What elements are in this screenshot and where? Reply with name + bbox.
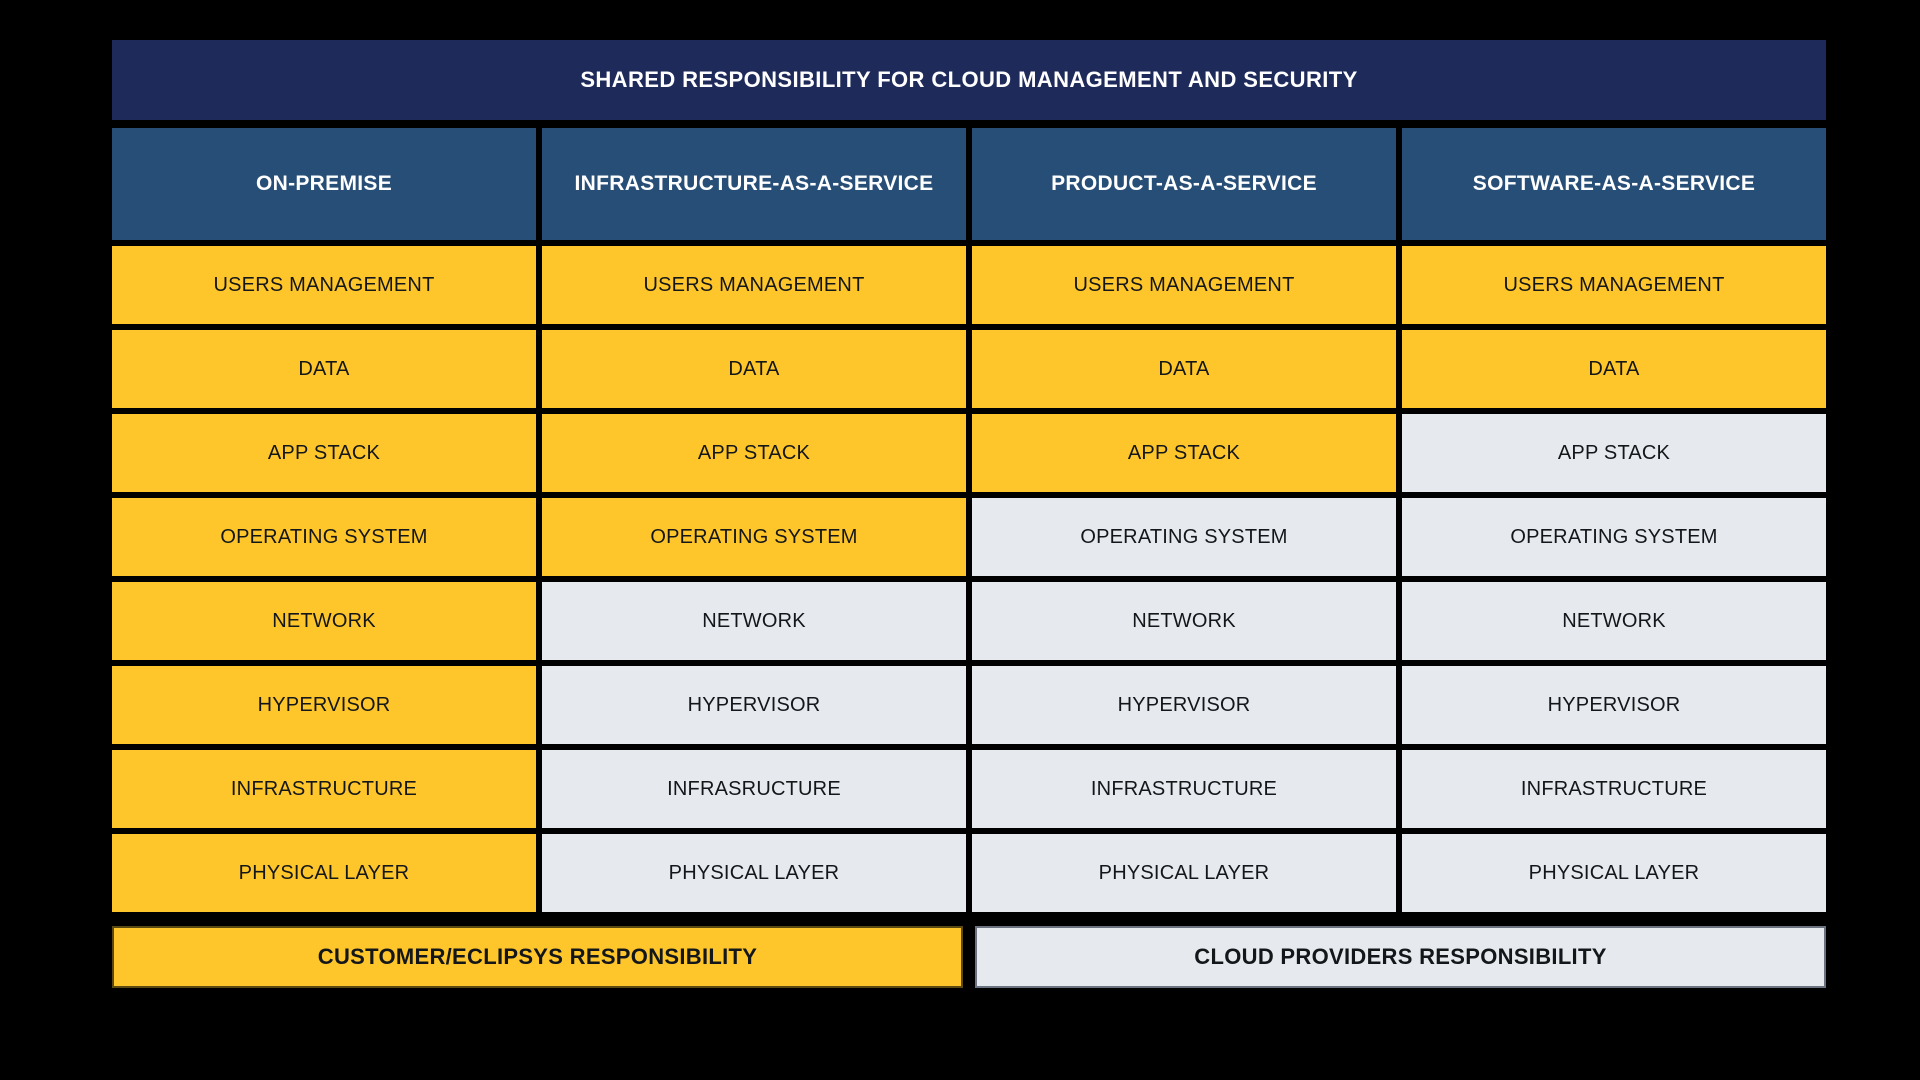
column-header-row: ON-PREMISE INFRASTRUCTURE-AS-A-SERVICE PRO… [112, 128, 1826, 240]
cell-users-management-col3: USERS MANAGEMENT [972, 246, 1396, 324]
cell-app-stack-col1: APP STACK [112, 414, 536, 492]
cell-physical-layer-col2: PHYSICAL LAYER [542, 834, 966, 912]
cell-physical-layer-col3: PHYSICAL LAYER [972, 834, 1396, 912]
cell-hypervisor-col2: HYPERVISOR [542, 666, 966, 744]
cell-data-col2: DATA [542, 330, 966, 408]
matrix-title: SHARED RESPONSIBILITY FOR CLOUD MANAGEME… [112, 40, 1826, 120]
layer-row-users-management: USERS MANAGEMENT USERS MANAGEMENT USERS MA… [112, 246, 1826, 324]
column-header-1: ON-PREMISE [112, 128, 536, 240]
cell-network-col4: NETWORK [1402, 582, 1826, 660]
column-header-2: INFRASTRUCTURE-AS-A-SERVICE [542, 128, 966, 240]
cell-network-col2: NETWORK [542, 582, 966, 660]
cell-data-col4: DATA [1402, 330, 1826, 408]
layer-row-hypervisor: HYPERVISOR HYPERVISOR HYPERVISOR HYPERVISOR [112, 666, 1826, 744]
layer-row-data: DATA DATA DATA DATA [112, 330, 1826, 408]
cell-hypervisor-col3: HYPERVISOR [972, 666, 1396, 744]
cell-network-col3: NETWORK [972, 582, 1396, 660]
legend: CUSTOMER/ECLIPSYS RESPONSIBILITY CLOUD PR… [112, 926, 1826, 988]
column-header-4: SOFTWARE-AS-A-SERVICE [1402, 128, 1826, 240]
legend-item-customer: CUSTOMER/ECLIPSYS RESPONSIBILITY [112, 926, 963, 988]
legend-item-provider: CLOUD PROVIDERS RESPONSIBILITY [975, 926, 1826, 988]
cell-users-management-col1: USERS MANAGEMENT [112, 246, 536, 324]
cell-infrastructure-col3: INFRASTRUCTURE [972, 750, 1396, 828]
cell-users-management-col4: USERS MANAGEMENT [1402, 246, 1826, 324]
cell-hypervisor-col4: HYPERVISOR [1402, 666, 1826, 744]
cell-data-col3: DATA [972, 330, 1396, 408]
cell-infrastructure-col1: INFRASTRUCTURE [112, 750, 536, 828]
cell-app-stack-col2: APP STACK [542, 414, 966, 492]
cell-physical-layer-col1: PHYSICAL LAYER [112, 834, 536, 912]
layer-row-network: NETWORK NETWORK NETWORK NETWORK [112, 582, 1826, 660]
cell-hypervisor-col1: HYPERVISOR [112, 666, 536, 744]
cell-operating-system-col4: OPERATING SYSTEM [1402, 498, 1826, 576]
cell-infrastructure-col4: INFRASTRUCTURE [1402, 750, 1826, 828]
layer-row-physical-layer: PHYSICAL LAYER PHYSICAL LAYER PHYSICAL LAY… [112, 834, 1826, 912]
cell-data-col1: DATA [112, 330, 536, 408]
layer-row-app-stack: APP STACK APP STACK APP STACK APP STACK [112, 414, 1826, 492]
column-header-3: PRODUCT-AS-A-SERVICE [972, 128, 1396, 240]
cell-operating-system-col1: OPERATING SYSTEM [112, 498, 536, 576]
layer-row-operating-system: OPERATING SYSTEM OPERATING SYSTEM OPERATIN… [112, 498, 1826, 576]
layer-row-infrastructure: INFRASTRUCTURE INFRASRUCTURE INFRASTRUCTUR… [112, 750, 1826, 828]
cell-app-stack-col4: APP STACK [1402, 414, 1826, 492]
cell-users-management-col2: USERS MANAGEMENT [542, 246, 966, 324]
responsibility-grid: USERS MANAGEMENT USERS MANAGEMENT USERS MA… [112, 246, 1826, 912]
shared-responsibility-matrix: SHARED RESPONSIBILITY FOR CLOUD MANAGEME… [112, 40, 1826, 1025]
cell-app-stack-col3: APP STACK [972, 414, 1396, 492]
cell-infrastructure-col2: INFRASRUCTURE [542, 750, 966, 828]
cell-physical-layer-col4: PHYSICAL LAYER [1402, 834, 1826, 912]
cell-operating-system-col2: OPERATING SYSTEM [542, 498, 966, 576]
cell-network-col1: NETWORK [112, 582, 536, 660]
cell-operating-system-col3: OPERATING SYSTEM [972, 498, 1396, 576]
